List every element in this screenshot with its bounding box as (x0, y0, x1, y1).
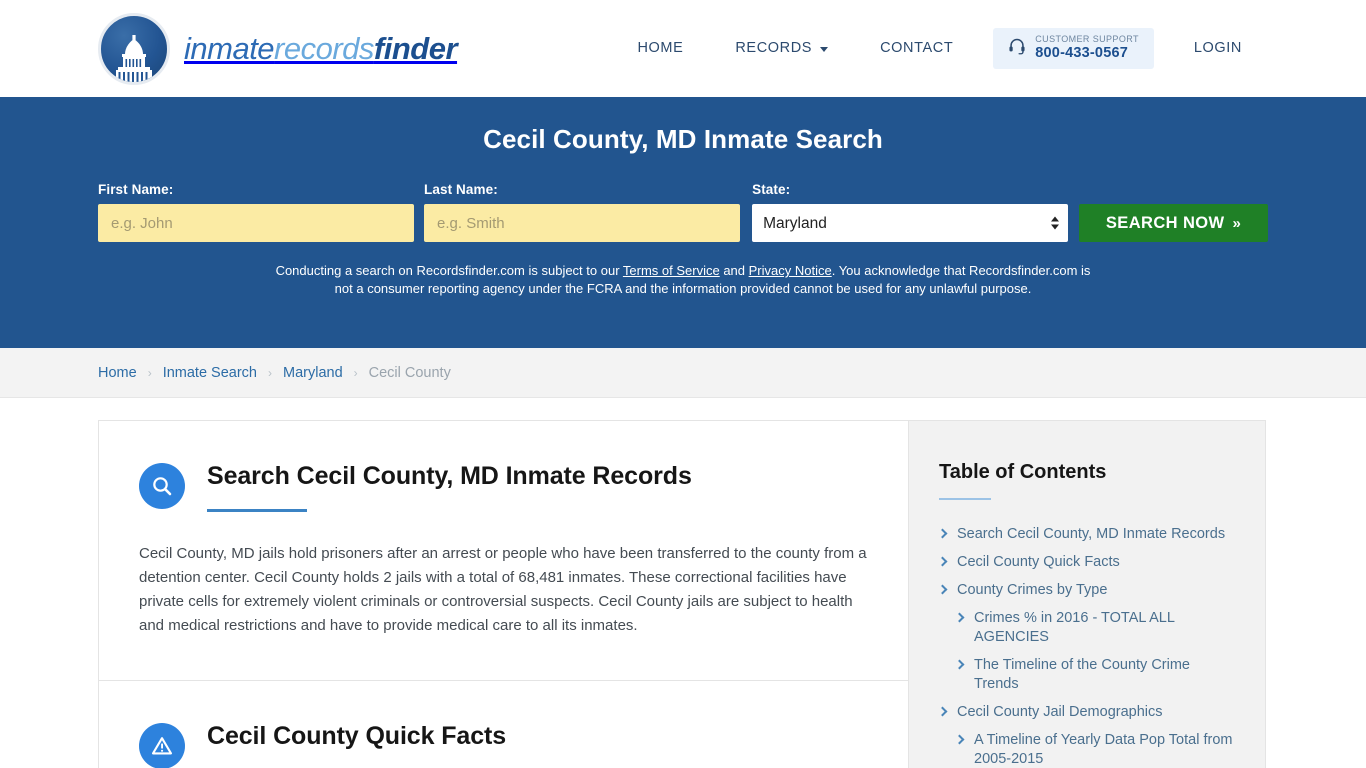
privacy-notice-link[interactable]: Privacy Notice (749, 263, 832, 278)
search-now-label: SEARCH NOW (1105, 213, 1225, 232)
toc-list: Search Cecil County, MD Inmate Records C… (939, 525, 1235, 768)
chevron-right-icon (956, 734, 964, 747)
customer-support-label: CUSTOMER SUPPORT (1035, 34, 1139, 45)
page-body: Search Cecil County, MD Inmate Records C… (0, 398, 1366, 768)
last-name-field-group: Last Name: (424, 182, 741, 242)
toc-item-search-records[interactable]: Search Cecil County, MD Inmate Records (939, 525, 1235, 544)
breadcrumb-bar: Home › Inmate Search › Maryland › Cecil … (0, 348, 1366, 398)
terms-of-service-link[interactable]: Terms of Service (623, 263, 720, 278)
first-name-field-group: First Name: (98, 182, 415, 242)
toc-item-jail-demographics[interactable]: Cecil County Jail Demographics (939, 703, 1235, 722)
toc-item-crimes-percent-2016[interactable]: Crimes % in 2016 - TOTAL ALL AGENCIES (939, 609, 1235, 647)
chevron-right-icon (939, 528, 947, 541)
toc-underline (939, 498, 991, 500)
toc-link-jail-demographics[interactable]: Cecil County Jail Demographics (957, 703, 1163, 722)
customer-support-button[interactable]: CUSTOMER SUPPORT 800-433-0567 (993, 28, 1154, 69)
nav-login[interactable]: LOGIN (1168, 40, 1268, 56)
search-disclaimer: Conducting a search on Recordsfinder.com… (274, 262, 1092, 298)
section-title-quick-facts: Cecil County Quick Facts (207, 722, 507, 750)
chevron-down-icon (820, 46, 829, 52)
page-title: Cecil County, MD Inmate Search (483, 124, 883, 154)
toc-item-crime-trends-timeline[interactable]: The Timeline of the County Crime Trends (939, 656, 1235, 694)
double-chevron-right-icon: » (1232, 214, 1242, 232)
state-label: State: (752, 182, 791, 197)
disclaimer-part-1: Conducting a search on Recordsfinder.com… (275, 263, 623, 278)
toc-item-quick-facts[interactable]: Cecil County Quick Facts (939, 553, 1235, 572)
capitol-dome-icon (98, 12, 170, 85)
first-name-input[interactable] (98, 204, 415, 242)
toc-link-county-crimes-by-type[interactable]: County Crimes by Type (957, 581, 1107, 600)
disclaimer-part-2: and (719, 263, 749, 278)
chevron-right-icon (956, 612, 964, 625)
first-name-label: First Name: (98, 182, 174, 197)
customer-support-phone: 800-433-0567 (1035, 44, 1128, 61)
breadcrumb-separator-icon: › (353, 365, 358, 380)
last-name-input[interactable] (424, 204, 741, 242)
nav-home[interactable]: HOME (611, 40, 709, 56)
logo-word-records: records (274, 30, 374, 66)
breadcrumb-separator-icon: › (268, 365, 272, 380)
state-select[interactable]: Maryland (752, 204, 1069, 242)
toc-link-crimes-percent-2016[interactable]: Crimes % in 2016 - TOTAL ALL AGENCIES (974, 609, 1235, 647)
breadcrumb-item-home[interactable]: Home (98, 365, 137, 381)
magnifier-icon (139, 463, 185, 509)
toc-link-crime-trends-timeline[interactable]: The Timeline of the County Crime Trends (974, 656, 1235, 694)
warning-triangle-icon (139, 723, 185, 768)
nav-contact[interactable]: CONTACT (854, 40, 979, 56)
hero-search-band: Cecil County, MD Inmate Search First Nam… (0, 97, 1366, 348)
toc-link-quick-facts[interactable]: Cecil County Quick Facts (957, 553, 1120, 572)
nav-contact-label: CONTACT (880, 40, 954, 57)
inmate-search-form: First Name: Last Name: State: Maryland S… (98, 182, 1268, 242)
main-content: Search Cecil County, MD Inmate Records C… (98, 420, 908, 768)
breadcrumb: Home › Inmate Search › Maryland › Cecil … (98, 365, 451, 381)
last-name-label: Last Name: (424, 182, 498, 197)
toc-item-yearly-data-pop-total[interactable]: A Timeline of Yearly Data Pop Total from… (939, 731, 1235, 768)
state-field-group: State: Maryland (752, 182, 1069, 242)
nav-records-label: RECORDS (735, 40, 813, 57)
nav-login-label: LOGIN (1193, 40, 1242, 57)
site-header: inmaterecordsfinder HOME RECORDS CONTACT (0, 0, 1366, 97)
section-body-search-records: Cecil County, MD jails hold prisoners af… (139, 545, 867, 634)
search-now-button[interactable]: SEARCH NOW » (1079, 204, 1268, 242)
table-of-contents-sidebar: Table of Contents Search Cecil County, M… (908, 420, 1266, 768)
main-navigation: HOME RECORDS CONTACT CUSTOMER SUPPORT 80… (611, 28, 1268, 69)
toc-link-yearly-data-pop-total[interactable]: A Timeline of Yearly Data Pop Total from… (974, 731, 1235, 768)
breadcrumb-separator-icon: › (147, 365, 152, 380)
site-logo-wordmark: inmaterecordsfinder (184, 30, 458, 67)
chevron-right-icon (939, 706, 947, 719)
headset-icon (1008, 37, 1026, 59)
toc-item-county-crimes-by-type[interactable]: County Crimes by Type (939, 581, 1235, 600)
toc-title: Table of Contents (939, 461, 1107, 483)
logo-word-finder: finder (373, 30, 458, 66)
nav-records[interactable]: RECORDS (709, 40, 854, 56)
chevron-right-icon (939, 556, 947, 569)
section-quick-facts: Cecil County Quick Facts (99, 680, 908, 768)
section-search-records: Search Cecil County, MD Inmate Records C… (99, 421, 908, 680)
chevron-right-icon (939, 584, 947, 597)
breadcrumb-item-inmate-search[interactable]: Inmate Search (163, 365, 257, 381)
breadcrumb-item-current: Cecil County (368, 364, 451, 381)
site-logo[interactable]: inmaterecordsfinder (98, 12, 458, 85)
chevron-right-icon (956, 659, 964, 672)
logo-word-inmate: inmate (184, 30, 275, 66)
nav-home-label: HOME (637, 40, 684, 57)
section-underline (207, 509, 307, 512)
breadcrumb-item-maryland[interactable]: Maryland (283, 365, 343, 381)
toc-link-search-records[interactable]: Search Cecil County, MD Inmate Records (957, 525, 1225, 544)
section-title-search-records: Search Cecil County, MD Inmate Records (207, 462, 692, 490)
